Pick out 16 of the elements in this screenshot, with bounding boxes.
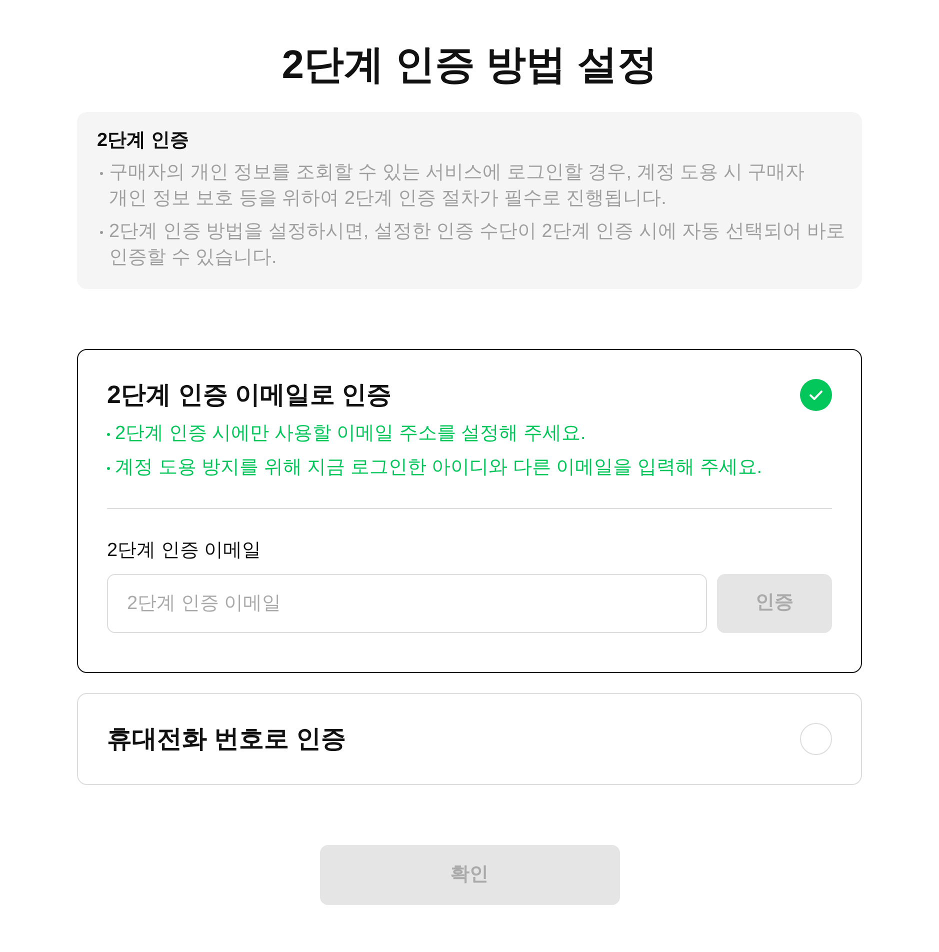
method-title: 2단계 인증 이메일로 인증 [107, 380, 392, 410]
email-field[interactable]: 2단계 인증 이메일 [107, 574, 707, 633]
check-circle-icon[interactable] [800, 379, 832, 411]
method-title: 휴대전화 번호로 인증 [107, 724, 346, 754]
guide-text: 계정 도용 방지를 위해 지금 로그인한 아이디와 다른 이메일을 입력해 주세요. [115, 456, 762, 480]
bullet-icon [107, 433, 110, 436]
method-card[interactable]: 휴대전화 번호로 인증 [77, 693, 862, 785]
notice-text: 구매자의 개인 정보를 조회할 수 있는 서비스에 로그인할 경우, 계정 도용 시 구매자 개인 정보 보호 등을 위하여 2단계 인증 절차가 필수로 진행됩니다. [109, 161, 806, 211]
bullet-icon [100, 172, 103, 175]
bullet-icon [107, 467, 110, 470]
page-title: 2단계 인증 방법 설정 [282, 42, 658, 89]
field-label: 2단계 인증 이메일 [107, 539, 262, 563]
guide-text: 2단계 인증 시에만 사용할 이메일 주소를 설정해 주세요. [115, 422, 586, 446]
bullet-icon [100, 231, 103, 234]
notice-text: 2단계 인증 방법을 설정하시면, 설정한 인증 수단이 2단계 인증 시에 자동 선택되어 바로 인증할 수 있습니다. [109, 220, 846, 270]
notice-heading: 2단계 인증 [97, 129, 190, 153]
